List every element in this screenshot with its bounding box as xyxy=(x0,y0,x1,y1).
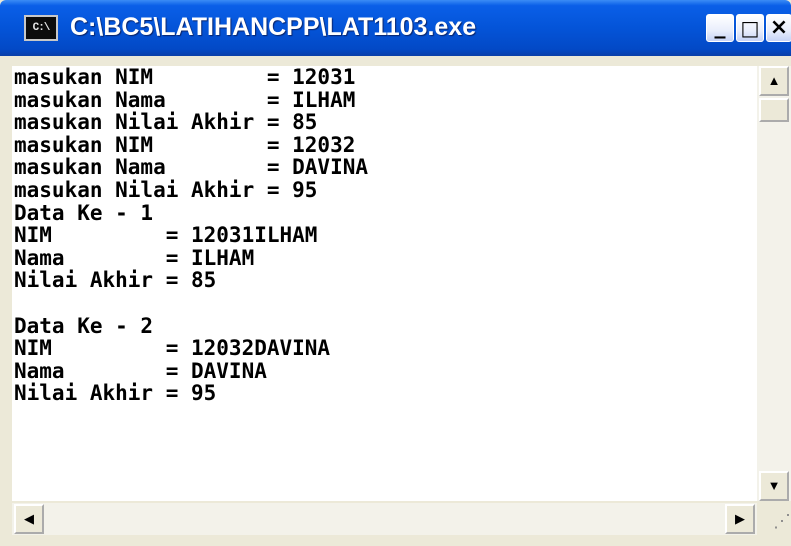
window-frame xyxy=(0,56,12,546)
close-button[interactable]: × xyxy=(766,14,791,42)
scroll-right-arrow-icon[interactable]: ▶ xyxy=(725,504,755,534)
console-line: masukan Nama = DAVINA xyxy=(14,155,369,180)
title-bar[interactable]: C:\ C:\BC5\LATIHANCPP\LAT1103.exe _ □ × xyxy=(0,0,791,56)
scroll-down-arrow-icon[interactable]: ▼ xyxy=(759,471,789,501)
horizontal-scrollbar[interactable]: ◀ ▶ xyxy=(12,503,757,535)
vertical-scrollbar[interactable]: ▲ ▼ xyxy=(757,66,791,501)
console-line: Data Ke - 2 xyxy=(14,313,154,338)
console-window: C:\ C:\BC5\LATIHANCPP\LAT1103.exe _ □ × … xyxy=(0,0,791,546)
resize-grip-icon[interactable]: ⋰ xyxy=(757,503,791,535)
console-line: masukan NIM = 12031 xyxy=(14,66,356,89)
console-line: NIM = 12031ILHAM xyxy=(14,223,318,248)
console-line: masukan NIM = 12032 xyxy=(14,132,356,157)
console-line: NIM = 12032DAVINA xyxy=(14,336,331,361)
console-line: Nama = ILHAM xyxy=(14,245,255,270)
minimize-button[interactable]: _ xyxy=(706,14,734,42)
console-output[interactable]: masukan NIM = 12031 masukan Nama = ILHAM… xyxy=(12,66,757,501)
console-text: masukan NIM = 12031 masukan Nama = ILHAM… xyxy=(12,66,757,405)
console-line: Nilai Akhir = 85 xyxy=(14,268,217,293)
console-app-icon[interactable]: C:\ xyxy=(24,15,58,41)
console-line: masukan Nama = ILHAM xyxy=(14,87,356,112)
vertical-scroll-thumb[interactable] xyxy=(759,98,789,122)
console-line: Nama = DAVINA xyxy=(14,358,267,383)
maximize-button[interactable]: □ xyxy=(736,14,764,42)
scroll-left-arrow-icon[interactable]: ◀ xyxy=(14,504,44,534)
console-line: Nilai Akhir = 95 xyxy=(14,381,217,406)
console-line: masukan Nilai Akhir = 85 xyxy=(14,110,318,135)
window-title: C:\BC5\LATIHANCPP\LAT1103.exe xyxy=(70,13,477,41)
console-line: masukan Nilai Akhir = 95 xyxy=(14,177,318,202)
scroll-up-arrow-icon[interactable]: ▲ xyxy=(759,66,789,96)
console-line: Data Ke - 1 xyxy=(14,200,154,225)
